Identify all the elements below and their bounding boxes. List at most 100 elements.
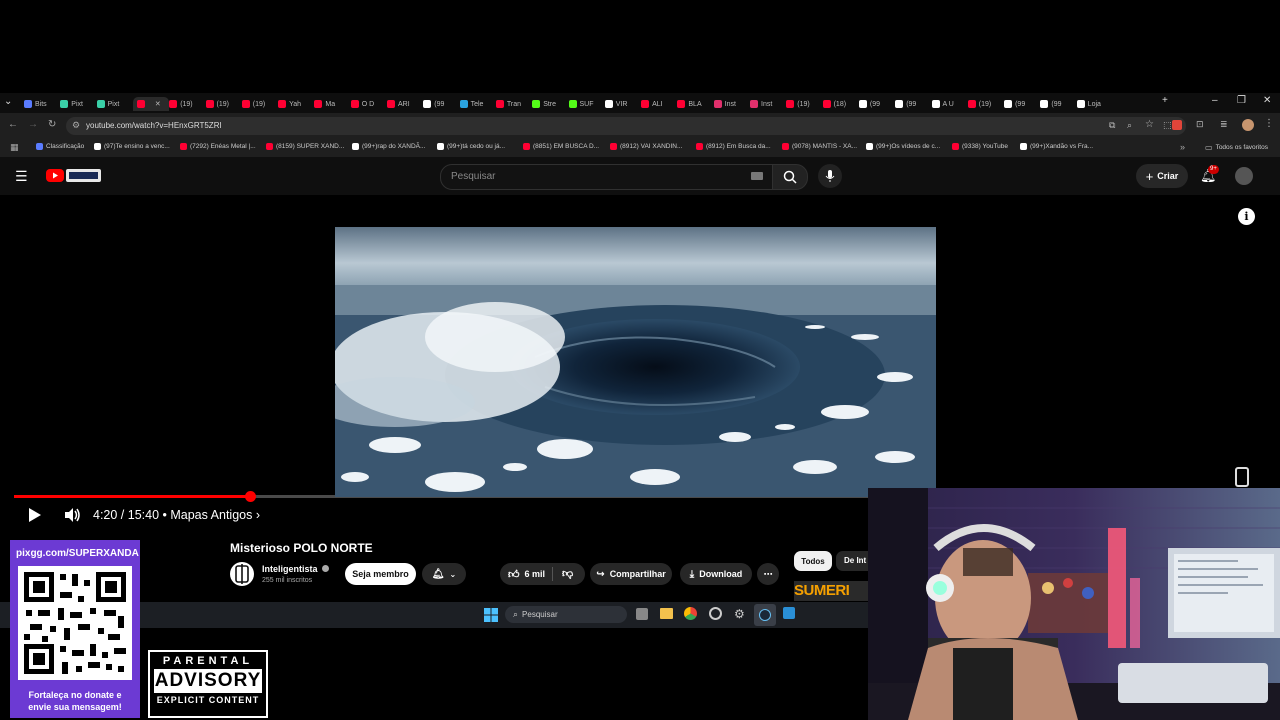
menu-icon[interactable]: ⋮ [1264,118,1274,129]
close-window-button[interactable]: ✕ [1263,95,1271,106]
extension-icon[interactable] [1172,120,1182,130]
browser-tab[interactable]: (99 [423,97,453,111]
bookmark-star-icon[interactable]: ☆ [1145,119,1154,130]
like-icon[interactable]: 👍︎ [508,568,520,581]
browser-tab[interactable]: Bits [24,97,54,111]
bookmark-item[interactable]: Classificação [36,143,84,150]
browser-tab[interactable]: (19) [205,97,236,111]
play-button[interactable] [28,507,42,528]
browser-tab[interactable]: Stre [532,97,562,111]
keyboard-icon[interactable] [751,172,763,180]
info-icon[interactable]: i [1238,208,1255,225]
scrubber-handle[interactable] [245,491,257,502]
browser-tab[interactable]: Ma [314,97,344,111]
media-icon[interactable]: ≣ [1220,119,1228,130]
volume-button[interactable] [64,507,82,528]
task-view-icon[interactable] [636,608,648,620]
channel-avatar[interactable] [230,562,254,586]
search-button[interactable] [772,164,808,190]
join-button[interactable]: Seja membro [345,563,416,585]
browser-tab[interactable]: (19) [241,97,272,111]
browser-tab[interactable]: A U [931,97,962,111]
search-input[interactable]: Pesquisar [440,164,774,190]
bookmark-item[interactable]: (99+)rap do XANDÃ... [352,143,425,150]
back-icon[interactable]: ← [8,119,18,130]
browser-tab[interactable]: Loja [1076,97,1107,111]
browser-tab[interactable]: SUF [568,97,599,111]
bookmark-item[interactable]: (8851) EM BUSCA D... [523,143,599,150]
bookmark-item[interactable]: (99+)Os vídeos de c... [866,143,940,150]
profile-avatar[interactable] [1242,119,1254,131]
youtube-logo[interactable] [46,169,64,182]
browser-tab[interactable]: Yah [278,97,308,111]
close-tab-icon[interactable]: ✕ [155,100,161,108]
recommended-thumbnail[interactable]: SUMERI [794,581,868,601]
voice-search-button[interactable] [818,164,842,188]
settings-icon[interactable]: ⚙ [734,607,745,621]
browser-tab[interactable]: (99 [1040,97,1070,111]
apps-icon[interactable]: ▦ [10,142,19,153]
maximize-button[interactable]: ❐ [1237,95,1246,106]
browser-tab[interactable]: Pixt [60,97,90,111]
more-bookmarks-icon[interactable]: » [1180,142,1185,152]
forward-icon[interactable]: → [28,119,38,130]
like-count[interactable]: 6 mil [525,569,546,579]
share-button[interactable]: ↪ Compartilhar [590,563,672,585]
app-icon[interactable] [709,607,722,620]
bookmark-item[interactable]: (8912) VAI XANDIN... [610,143,682,150]
extensions-icon[interactable]: ⬚ [1163,120,1172,131]
file-explorer-icon[interactable] [660,608,673,619]
browser-tab[interactable]: (19) [169,97,199,111]
bookmark-item[interactable]: (99+)Xandão vs Fra... [1020,143,1093,150]
browser-tab[interactable]: Pixt [96,97,127,111]
browser-tab[interactable]: (99 [1004,97,1034,111]
browser-tab[interactable]: Tele [459,97,490,111]
subscribed-button[interactable]: 🔔︎ ⌄ [422,563,466,585]
bookmark-item[interactable]: (9078) MANTIS - XA... [782,143,857,150]
reload-icon[interactable]: ↻ [48,119,56,130]
more-actions-button[interactable]: ⋯ [757,563,779,585]
channel-watermark-icon[interactable] [1235,467,1249,487]
app-icon[interactable] [783,607,795,619]
install-icon[interactable]: ⧉ [1109,120,1115,131]
site-info-icon[interactable]: ⚙ [72,120,80,131]
browser-tab[interactable]: (18) [822,97,853,111]
taskbar-search[interactable]: ⌕ Pesquisar [505,606,627,623]
browser-tab[interactable]: BLA [677,97,707,111]
bookmark-item[interactable]: (9338) YouTube [952,143,1008,150]
bookmark-item[interactable]: (7292) Enéas Metal |... [180,143,256,150]
browser-tab[interactable]: (99 [895,97,925,111]
tab-search-icon[interactable]: ⌄ [4,96,12,107]
browser-tab[interactable]: Inst [750,97,780,111]
zoom-icon[interactable]: ⌕ [1127,120,1132,131]
channel-name[interactable]: Inteligentista [262,564,330,574]
extension-icon[interactable]: ⊡ [1196,119,1204,130]
browser-tab[interactable]: (19) [786,97,816,111]
dislike-icon[interactable]: 👎︎ [562,567,573,580]
browser-tab[interactable]: O D [350,97,381,111]
minimize-button[interactable]: – [1212,95,1218,106]
bookmark-item[interactable]: (97)Te ensino a venc... [94,143,170,150]
account-avatar[interactable] [1235,167,1253,185]
browser-tab[interactable]: VIR [604,97,635,111]
time-display[interactable]: 4:20 / 15:40 • Mapas Antigos › [93,508,260,522]
chip-from-channel[interactable]: De Int [836,551,868,571]
bookmark-item[interactable]: (8159) SUPER XAND... [266,143,344,150]
bookmark-item[interactable]: (99+)tá cedo ou já... [437,143,505,150]
download-button[interactable]: ⤓ Download [680,563,752,585]
windows-start-icon[interactable] [484,608,498,622]
browser-tab[interactable]: ✕ [132,97,169,111]
steam-app-active[interactable] [754,604,776,626]
browser-tab[interactable]: ALI [641,97,671,111]
create-button[interactable]: + Criar [1136,164,1188,188]
bookmark-item[interactable]: (8912) Em Busca da... [696,143,771,150]
chrome-icon[interactable] [684,607,697,620]
address-bar[interactable]: ⚙ youtube.com/watch?v=HEnxGRT5ZRI ⧉ ⌕ ☆ … [66,117,1186,135]
chip-all[interactable]: Todos [794,551,832,571]
browser-tab[interactable]: ARI [387,97,417,111]
browser-tab[interactable]: (99 [858,97,889,111]
browser-tab[interactable]: Inst [713,97,744,111]
hamburger-menu-icon[interactable]: ☰ [15,168,28,185]
browser-tab[interactable]: Tran [495,97,526,111]
browser-tab[interactable]: (19) [967,97,998,111]
